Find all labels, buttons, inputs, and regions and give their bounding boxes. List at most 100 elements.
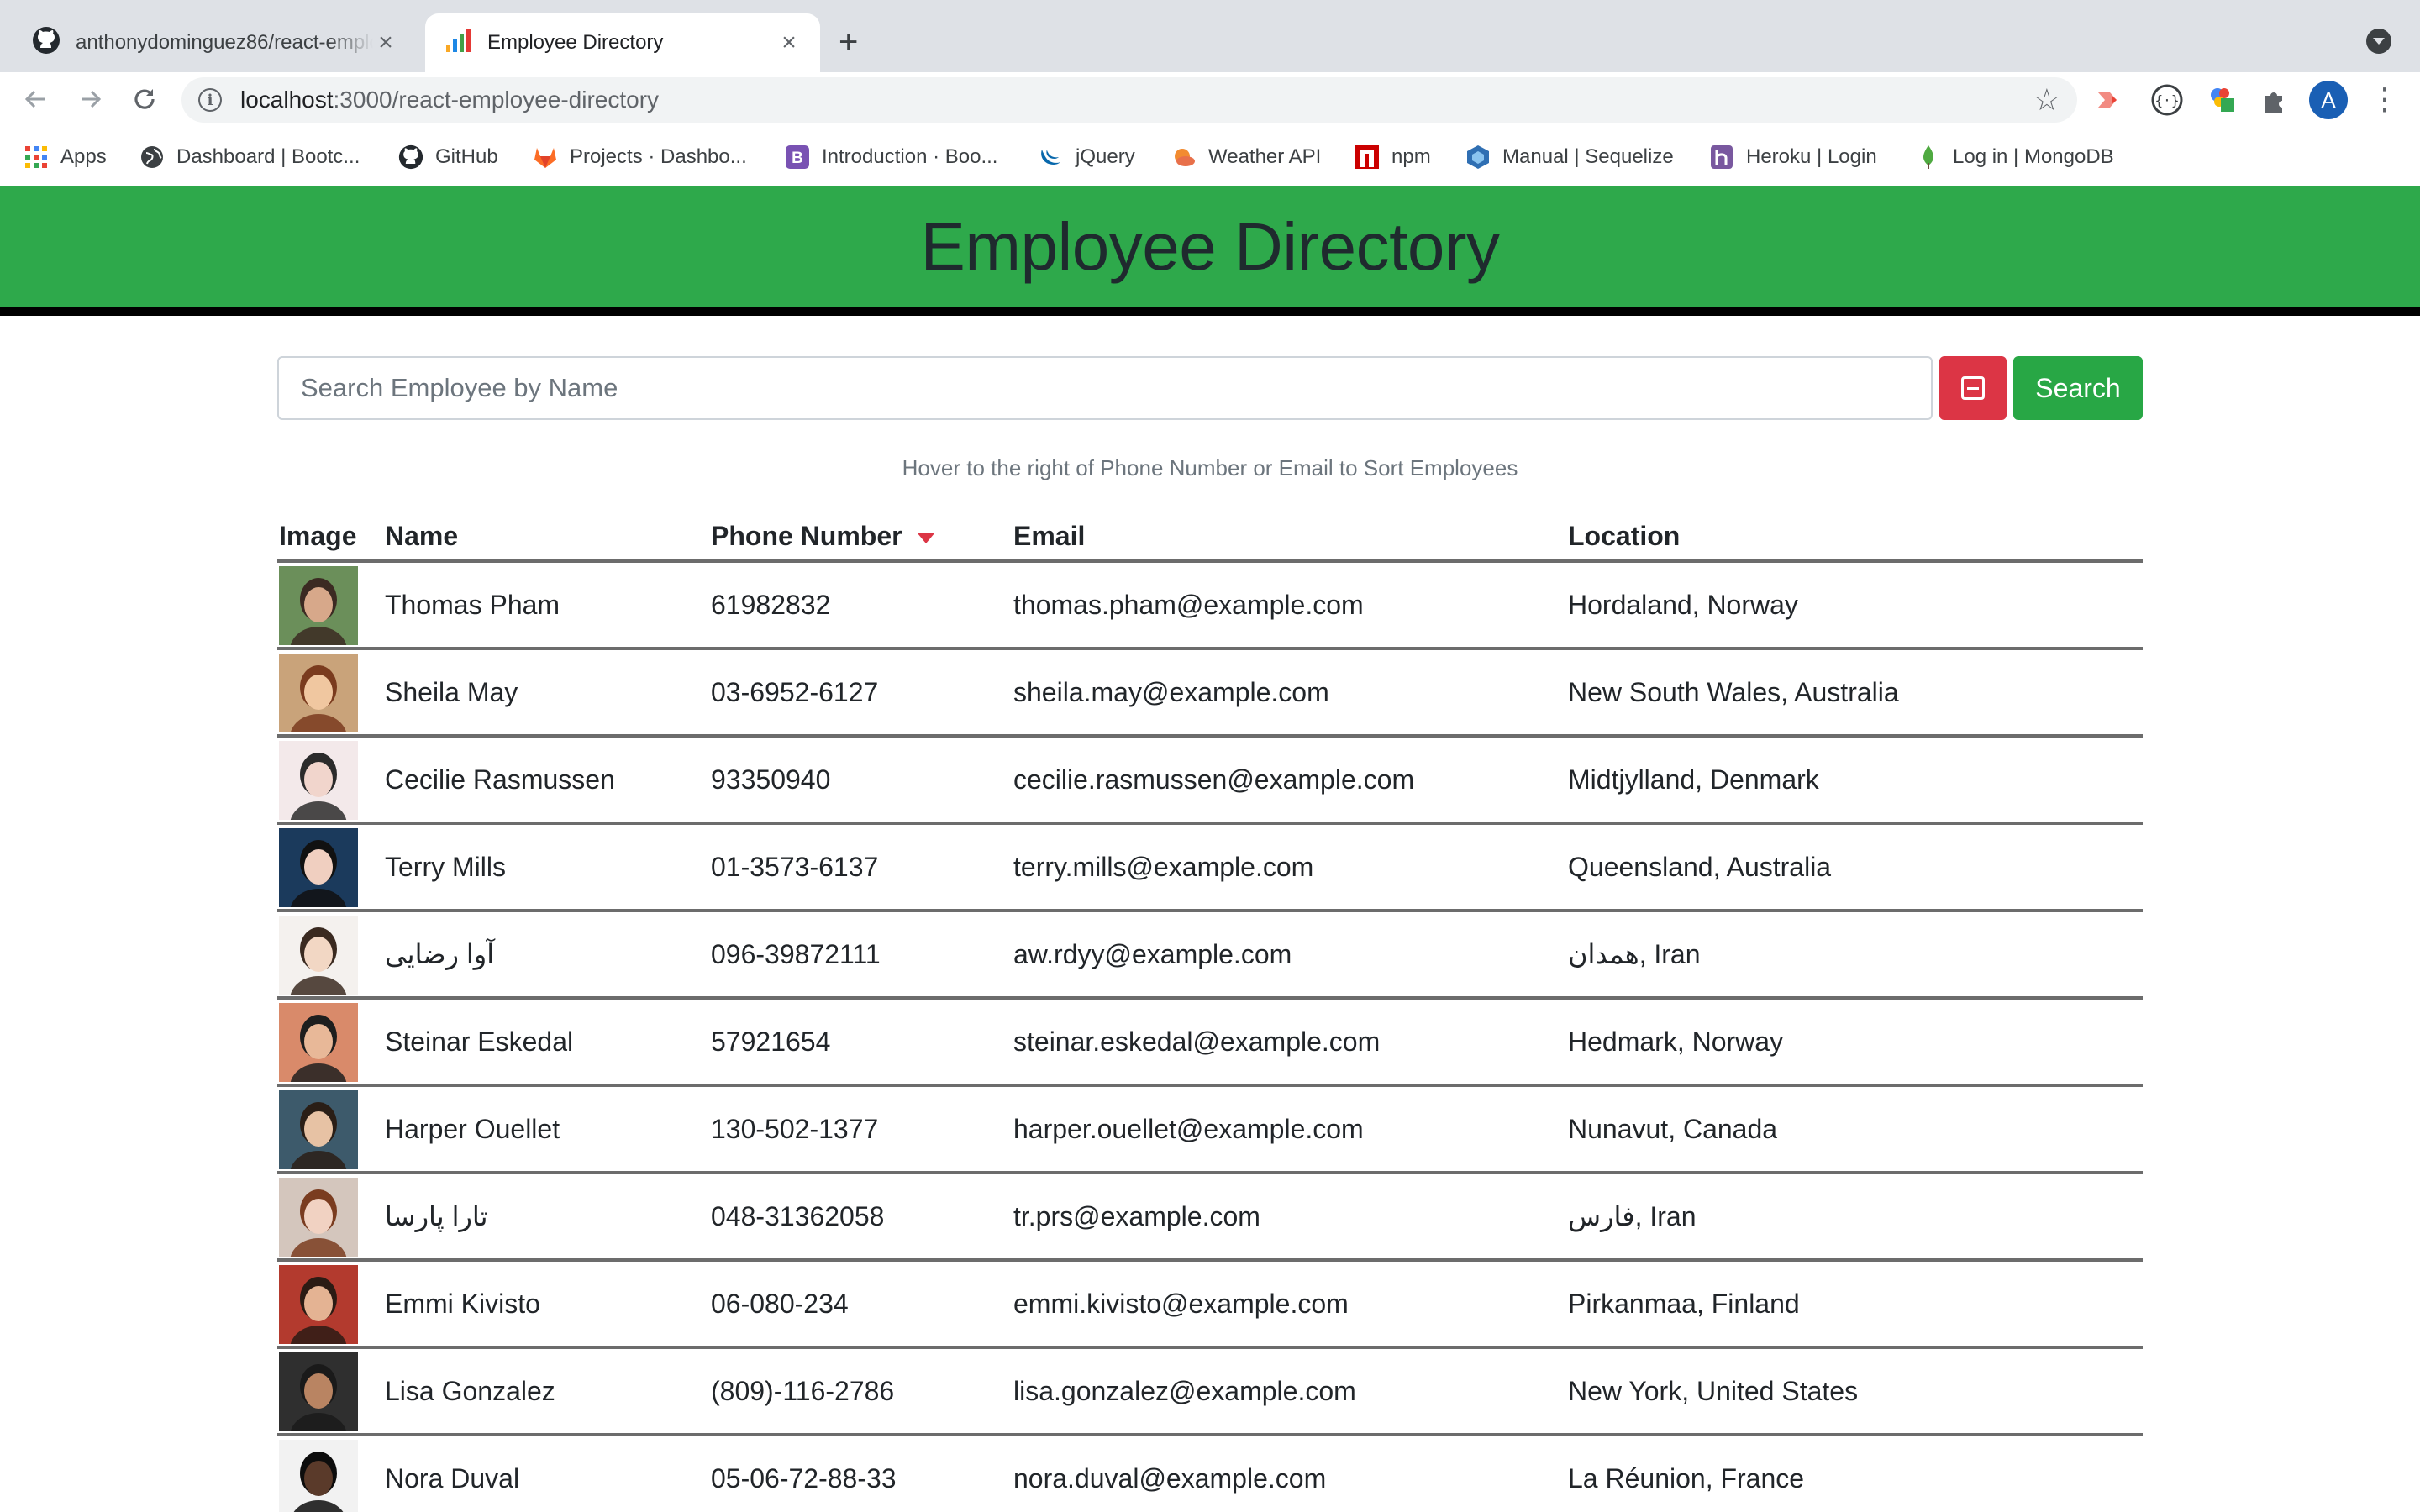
employee-location: Hordaland, Norway bbox=[1568, 589, 1798, 620]
employee-phone: (809)-116-2786 bbox=[711, 1375, 895, 1406]
jquery-icon bbox=[1039, 144, 1064, 170]
employee-phone: 57921654 bbox=[711, 1026, 831, 1057]
employee-name: Harper Ouellet bbox=[385, 1113, 560, 1144]
reload-icon[interactable] bbox=[124, 79, 165, 119]
site-info-icon[interactable]: i bbox=[198, 88, 222, 112]
browser-tab-github[interactable]: anthonydominguez86/react-employee-direct… bbox=[13, 13, 417, 72]
employee-name: Emmi Kivisto bbox=[385, 1288, 540, 1319]
search-input[interactable] bbox=[277, 356, 1933, 420]
devtools-extension-icon[interactable]: {·} bbox=[2149, 82, 2185, 118]
table-row: Thomas Pham 61982832 thomas.pham@example.c… bbox=[277, 563, 2143, 650]
employee-phone: 01-3573-6137 bbox=[711, 851, 879, 882]
employee-photo bbox=[279, 654, 358, 732]
employee-name: Lisa Gonzalez bbox=[385, 1375, 555, 1406]
bookmark-github[interactable]: GitHub bbox=[398, 143, 498, 171]
employee-phone: 03-6952-6127 bbox=[711, 676, 879, 707]
column-header-phone[interactable]: Phone Number bbox=[711, 521, 934, 552]
browser-tab-strip: anthonydominguez86/react-employee-direct… bbox=[0, 0, 2420, 72]
employee-photo bbox=[279, 1090, 358, 1169]
tab-search-icon[interactable] bbox=[2366, 29, 2391, 54]
address-bar[interactable]: i localhost:3000/react-employee-director… bbox=[182, 77, 2077, 123]
gitlab-icon bbox=[533, 144, 558, 170]
employee-email: nora.duval@example.com bbox=[1013, 1462, 1327, 1494]
bookmark-label: Dashboard | Bootc... bbox=[176, 145, 360, 168]
employee-email: cecilie.rasmussen@example.com bbox=[1013, 764, 1415, 795]
close-tab-icon[interactable]: × bbox=[373, 29, 398, 57]
employee-location: Midtjylland, Denmark bbox=[1568, 764, 1819, 795]
employee-photo bbox=[279, 916, 358, 995]
column-header-image: Image bbox=[279, 521, 357, 551]
column-header-email[interactable]: Email bbox=[1013, 521, 1085, 552]
employee-photo bbox=[279, 566, 358, 645]
bookmark-gitlab[interactable]: Projects · Dashbo... bbox=[533, 143, 747, 171]
employee-name: Sheila May bbox=[385, 676, 518, 707]
employee-email: tr.prs@example.com bbox=[1013, 1200, 1260, 1231]
svg-text:B: B bbox=[792, 150, 803, 167]
sort-hint: Hover to the right of Phone Number or Em… bbox=[902, 455, 1518, 480]
employee-name: Thomas Pham bbox=[385, 589, 560, 620]
bookmark-sequelize[interactable]: Manual | Sequelize bbox=[1465, 143, 1674, 171]
globe-icon bbox=[139, 144, 165, 170]
table-row: Harper Ouellet 130-502-1377 harper.ouellet… bbox=[277, 1087, 2143, 1174]
employee-location: La Réunion, France bbox=[1568, 1462, 1805, 1494]
employee-name: تارا پارسا bbox=[385, 1201, 488, 1231]
github-icon bbox=[32, 26, 60, 60]
bookmark-label: Weather API bbox=[1208, 145, 1322, 168]
browser-toolbar: i localhost:3000/react-employee-director… bbox=[0, 72, 2420, 128]
bookmark-apps[interactable]: Apps bbox=[24, 143, 107, 171]
employee-email: lisa.gonzalez@example.com bbox=[1013, 1375, 1356, 1406]
bookmark-label: GitHub bbox=[435, 145, 498, 168]
back-arrow-icon[interactable] bbox=[15, 79, 55, 119]
employee-location: فارس, Iran bbox=[1568, 1201, 1697, 1231]
column-header-phone-label: Phone Number bbox=[711, 521, 902, 551]
bookmarks-bar: Apps Dashboard | Bootc... GitHub Project… bbox=[0, 128, 2420, 186]
extensions-puzzle-icon[interactable] bbox=[2257, 82, 2292, 118]
bookmark-npm[interactable]: npm bbox=[1355, 143, 1431, 171]
cast-extension-icon[interactable] bbox=[2094, 82, 2129, 118]
employee-photo bbox=[279, 1265, 358, 1344]
employee-name: Cecilie Rasmussen bbox=[385, 764, 615, 795]
employee-email: aw.rdyy@example.com bbox=[1013, 938, 1292, 969]
url-text: localhost:3000/react-employee-directory bbox=[240, 87, 659, 113]
apps-grid-icon bbox=[24, 144, 49, 170]
employee-table: Image Name Phone Number Email Location T… bbox=[277, 512, 2143, 1512]
bookmark-weather-api[interactable]: Weather API bbox=[1171, 143, 1321, 171]
bookmark-bootstrap[interactable]: B Introduction · Boo... bbox=[785, 143, 997, 171]
close-tab-icon[interactable]: × bbox=[776, 29, 802, 57]
bookmark-dashboard[interactable]: Dashboard | Bootc... bbox=[139, 143, 360, 171]
bookmark-star-icon[interactable]: ☆ bbox=[2033, 82, 2060, 118]
profile-avatar[interactable]: A bbox=[2309, 81, 2348, 119]
table-row: Cecilie Rasmussen 93350940 cecilie.rasmuss… bbox=[277, 738, 2143, 825]
forward-arrow-icon[interactable] bbox=[71, 79, 111, 119]
color-extension-icon[interactable] bbox=[2205, 82, 2240, 118]
bookmark-label: Apps bbox=[60, 145, 107, 168]
heroku-icon bbox=[1709, 144, 1734, 170]
sequelize-icon bbox=[1465, 144, 1491, 170]
table-row: Lisa Gonzalez (809)-116-2786 lisa.gonzalez… bbox=[277, 1349, 2143, 1436]
browser-tab-employee-directory[interactable]: Employee Directory × bbox=[425, 13, 820, 72]
employee-phone: 93350940 bbox=[711, 764, 831, 795]
employee-phone: 048-31362058 bbox=[711, 1200, 885, 1231]
employee-phone: 61982832 bbox=[711, 589, 831, 620]
employee-location: Nunavut, Canada bbox=[1568, 1113, 1778, 1144]
react-app-icon bbox=[444, 26, 472, 60]
employee-email: terry.mills@example.com bbox=[1013, 851, 1314, 882]
bookmark-label: Manual | Sequelize bbox=[1502, 145, 1674, 168]
clear-search-button[interactable] bbox=[1939, 356, 2007, 420]
bookmark-heroku[interactable]: Heroku | Login bbox=[1709, 143, 1877, 171]
more-menu-icon[interactable]: ⋮ bbox=[2370, 81, 2400, 118]
new-tab-icon[interactable]: + bbox=[839, 24, 858, 60]
table-row: آوا رضایی 096-39872111 aw.rdyy@example.com… bbox=[277, 912, 2143, 1000]
url-path: :3000/react-employee-directory bbox=[333, 87, 660, 113]
employee-photo bbox=[279, 1178, 358, 1257]
column-header-location: Location bbox=[1568, 521, 1681, 551]
employee-name: Nora Duval bbox=[385, 1462, 520, 1494]
search-button[interactable]: Search bbox=[2013, 356, 2143, 420]
tab-title: Employee Directory bbox=[487, 31, 664, 54]
employee-phone: 096-39872111 bbox=[711, 938, 881, 969]
sort-descending-icon[interactable] bbox=[917, 533, 934, 543]
bookmark-jquery[interactable]: jQuery bbox=[1039, 143, 1135, 171]
bookmark-mongodb[interactable]: Log in | MongoDB bbox=[1916, 143, 2114, 171]
employee-photo bbox=[279, 1352, 358, 1431]
employee-location: Hedmark, Norway bbox=[1568, 1026, 1784, 1057]
